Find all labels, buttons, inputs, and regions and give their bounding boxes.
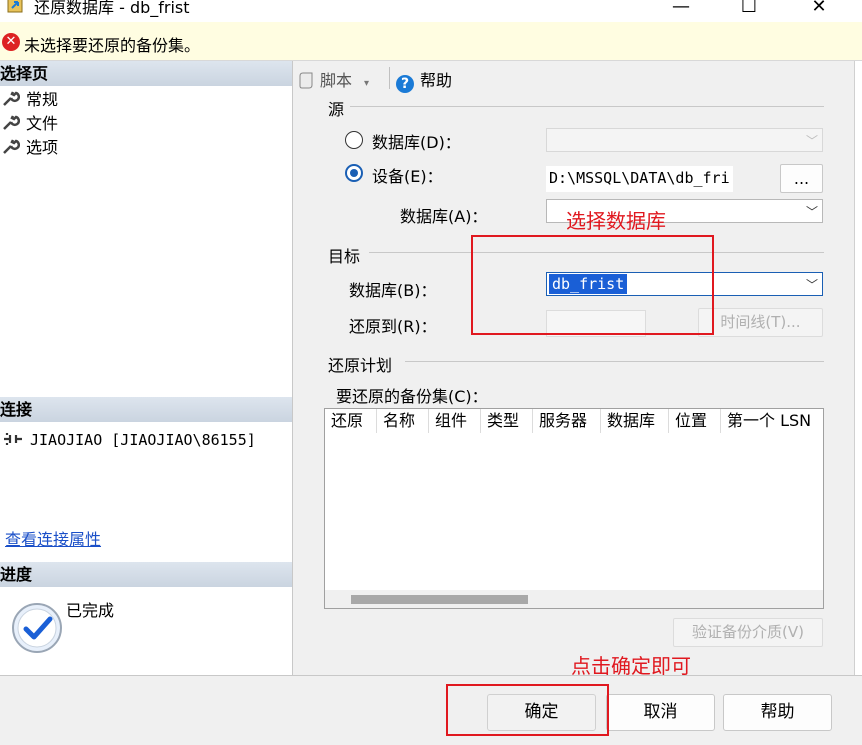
restore-plan-group-line — [405, 361, 824, 362]
source-database-combo[interactable]: ﹀ — [546, 128, 823, 152]
source-device-label: 设备(E)： — [372, 167, 443, 186]
source-database-radio[interactable] — [345, 131, 363, 149]
restore-database-icon — [7, 0, 23, 13]
column-header-database[interactable]: 数据库 — [601, 409, 669, 433]
window-title: 还原数据库 - db_frist — [34, 0, 190, 17]
help-toolbar-label: 帮助 — [420, 71, 453, 90]
column-header-name[interactable]: 名称 — [377, 409, 429, 433]
connection-header: 连接 — [0, 397, 292, 422]
annotation-click-ok: 点击确定即可 — [571, 654, 691, 678]
source-database-label: 数据库(D)： — [372, 133, 461, 152]
view-connection-properties-link[interactable]: 查看连接属性 — [5, 528, 101, 551]
right-pane: 脚本 ▾ ? 帮助 源 数据库(D)： ﹀ 设备(E)： D:\MSSQL\DATA… — [293, 61, 854, 675]
verify-backup-media-button[interactable]: 验证备份介质(V) — [673, 618, 823, 647]
chevron-down-icon: ﹀ — [806, 134, 819, 148]
target-group-label: 目标 — [328, 247, 361, 266]
minimize-button[interactable]: — — [658, 0, 704, 22]
script-button[interactable]: 脚本 ▾ — [298, 67, 369, 91]
close-button[interactable]: ✕ — [796, 0, 842, 22]
target-database-label: 数据库(B)： — [349, 281, 437, 300]
column-header-position[interactable]: 位置 — [669, 409, 721, 433]
help-icon: ? — [396, 75, 414, 93]
annotation-box-ok — [446, 684, 609, 736]
connection-link-label: 查看连接属性 — [5, 530, 102, 549]
wrench-icon — [3, 139, 20, 154]
browse-device-button[interactable]: ... — [780, 164, 823, 193]
wrench-icon — [3, 115, 20, 130]
connection-text: JIAOJIAO [JIAOJIAO\86155] — [30, 431, 256, 449]
progress-status: 已完成 — [66, 601, 115, 620]
error-banner: ✕ 未选择要还原的备份集。 — [0, 22, 862, 61]
error-icon: ✕ — [2, 33, 20, 51]
source-group-label: 源 — [328, 100, 345, 119]
connection-plug-icon — [4, 433, 22, 445]
completed-check-icon — [12, 603, 62, 653]
help-button[interactable]: 帮助 — [723, 694, 832, 731]
page-item-label: 选项 — [26, 138, 59, 157]
source-device-radio[interactable] — [345, 164, 363, 182]
column-header-server[interactable]: 服务器 — [533, 409, 601, 433]
script-icon — [299, 72, 313, 89]
restore-plan-group-label: 还原计划 — [328, 356, 393, 375]
page-item-options[interactable]: 选项 — [2, 136, 58, 159]
page-item-label: 文件 — [26, 114, 59, 133]
column-header-type[interactable]: 类型 — [481, 409, 533, 433]
column-header-restore[interactable]: 还原 — [325, 409, 377, 433]
progress-header: 进度 — [0, 562, 292, 587]
timeline-button[interactable]: 时间线(T)... — [698, 308, 823, 337]
horizontal-scrollbar-thumb[interactable] — [351, 595, 528, 604]
device-database-label: 数据库(A)： — [400, 207, 488, 226]
maximize-button[interactable]: ☐ — [726, 0, 772, 22]
title-bar: 还原数据库 - db_frist — ☐ ✕ — [0, 0, 862, 22]
annotation-box-select-db — [471, 235, 714, 335]
chevron-down-icon: ﹀ — [806, 278, 819, 292]
script-label: 脚本 — [320, 71, 353, 90]
left-pane: 选择页 常规 文件 选项 连接 JIAOJIAO [JIAOJIAO\86155… — [0, 61, 293, 675]
wrench-icon — [3, 91, 20, 106]
page-item-label: 常规 — [26, 90, 59, 109]
cancel-button[interactable]: 取消 — [606, 694, 715, 731]
column-header-component[interactable]: 组件 — [429, 409, 481, 433]
connection-info: JIAOJIAO [JIAOJIAO\86155] — [2, 428, 256, 451]
column-header-first-lsn[interactable]: 第一个 LSN — [721, 409, 823, 433]
dropdown-arrow-icon[interactable]: ▾ — [364, 78, 369, 89]
horizontal-scrollbar[interactable] — [325, 590, 823, 608]
restore-to-label: 还原到(R)： — [349, 317, 437, 336]
source-group-line — [350, 106, 824, 107]
error-message: 未选择要还原的备份集。 — [24, 36, 201, 55]
backup-sets-label: 要还原的备份集(C)： — [336, 387, 488, 406]
select-page-header: 选择页 — [0, 61, 292, 86]
chevron-down-icon: ﹀ — [806, 205, 819, 219]
toolbar: 脚本 ▾ ? 帮助 — [293, 61, 854, 94]
help-toolbar-button[interactable]: ? 帮助 — [396, 67, 452, 93]
bottom-separator — [0, 675, 862, 676]
device-path-field[interactable]: D:\MSSQL\DATA\db_fri — [546, 166, 733, 192]
annotation-select-db: 选择数据库 — [566, 209, 666, 233]
background-window-edge — [854, 61, 862, 675]
page-item-files[interactable]: 文件 — [2, 112, 58, 135]
page-item-general[interactable]: 常规 — [2, 88, 58, 111]
toolbar-divider — [389, 67, 390, 89]
backup-sets-grid[interactable]: 还原 名称 组件 类型 服务器 数据库 位置 第一个 LSN — [324, 408, 824, 609]
